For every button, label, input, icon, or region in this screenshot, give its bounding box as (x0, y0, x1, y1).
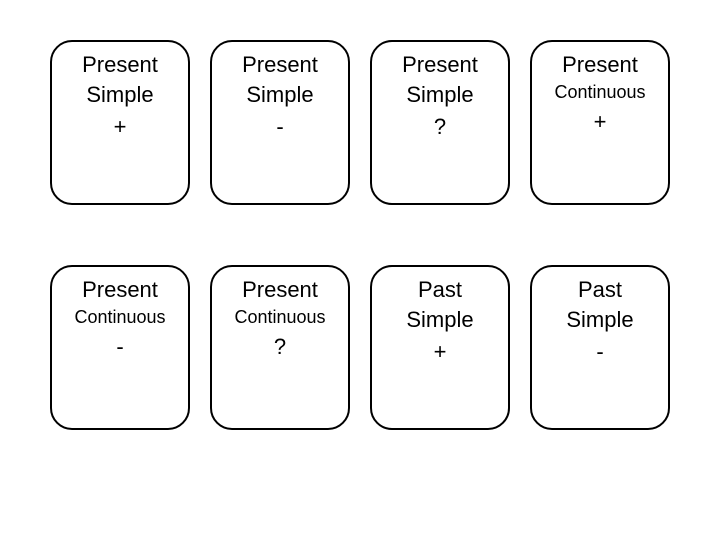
card-tense-line2: Continuous (536, 82, 664, 103)
card-symbol: ? (376, 114, 504, 140)
card-row: Present Simple + Present Simple - Presen… (50, 40, 670, 205)
card-grid: Present Simple + Present Simple - Presen… (50, 40, 670, 430)
card-tense-line1: Present (536, 52, 664, 78)
grammar-card: Present Continuous + (530, 40, 670, 205)
card-tense-line2: Continuous (56, 307, 184, 328)
card-tense-line1: Present (56, 52, 184, 78)
card-tense-line1: Present (216, 52, 344, 78)
card-tense-line2: Simple (536, 307, 664, 333)
card-symbol: - (216, 114, 344, 140)
grammar-card: Present Continuous - (50, 265, 190, 430)
grammar-card: Past Simple + (370, 265, 510, 430)
card-symbol: ? (216, 334, 344, 360)
grammar-card: Present Simple ? (370, 40, 510, 205)
card-tense-line2: Simple (376, 307, 504, 333)
card-tense-line1: Present (376, 52, 504, 78)
grammar-card: Present Continuous ? (210, 265, 350, 430)
card-tense-line2: Simple (56, 82, 184, 108)
card-tense-line2: Simple (376, 82, 504, 108)
card-symbol: + (56, 114, 184, 140)
card-tense-line1: Past (536, 277, 664, 303)
grammar-card: Past Simple - (530, 265, 670, 430)
card-row: Present Continuous - Present Continuous … (50, 265, 670, 430)
card-tense-line1: Past (376, 277, 504, 303)
card-symbol: + (536, 109, 664, 135)
card-symbol: - (56, 334, 184, 360)
card-tense-line2: Continuous (216, 307, 344, 328)
grammar-card: Present Simple + (50, 40, 190, 205)
card-tense-line2: Simple (216, 82, 344, 108)
grammar-card: Present Simple - (210, 40, 350, 205)
card-tense-line1: Present (216, 277, 344, 303)
card-symbol: - (536, 339, 664, 365)
card-symbol: + (376, 339, 504, 365)
card-tense-line1: Present (56, 277, 184, 303)
